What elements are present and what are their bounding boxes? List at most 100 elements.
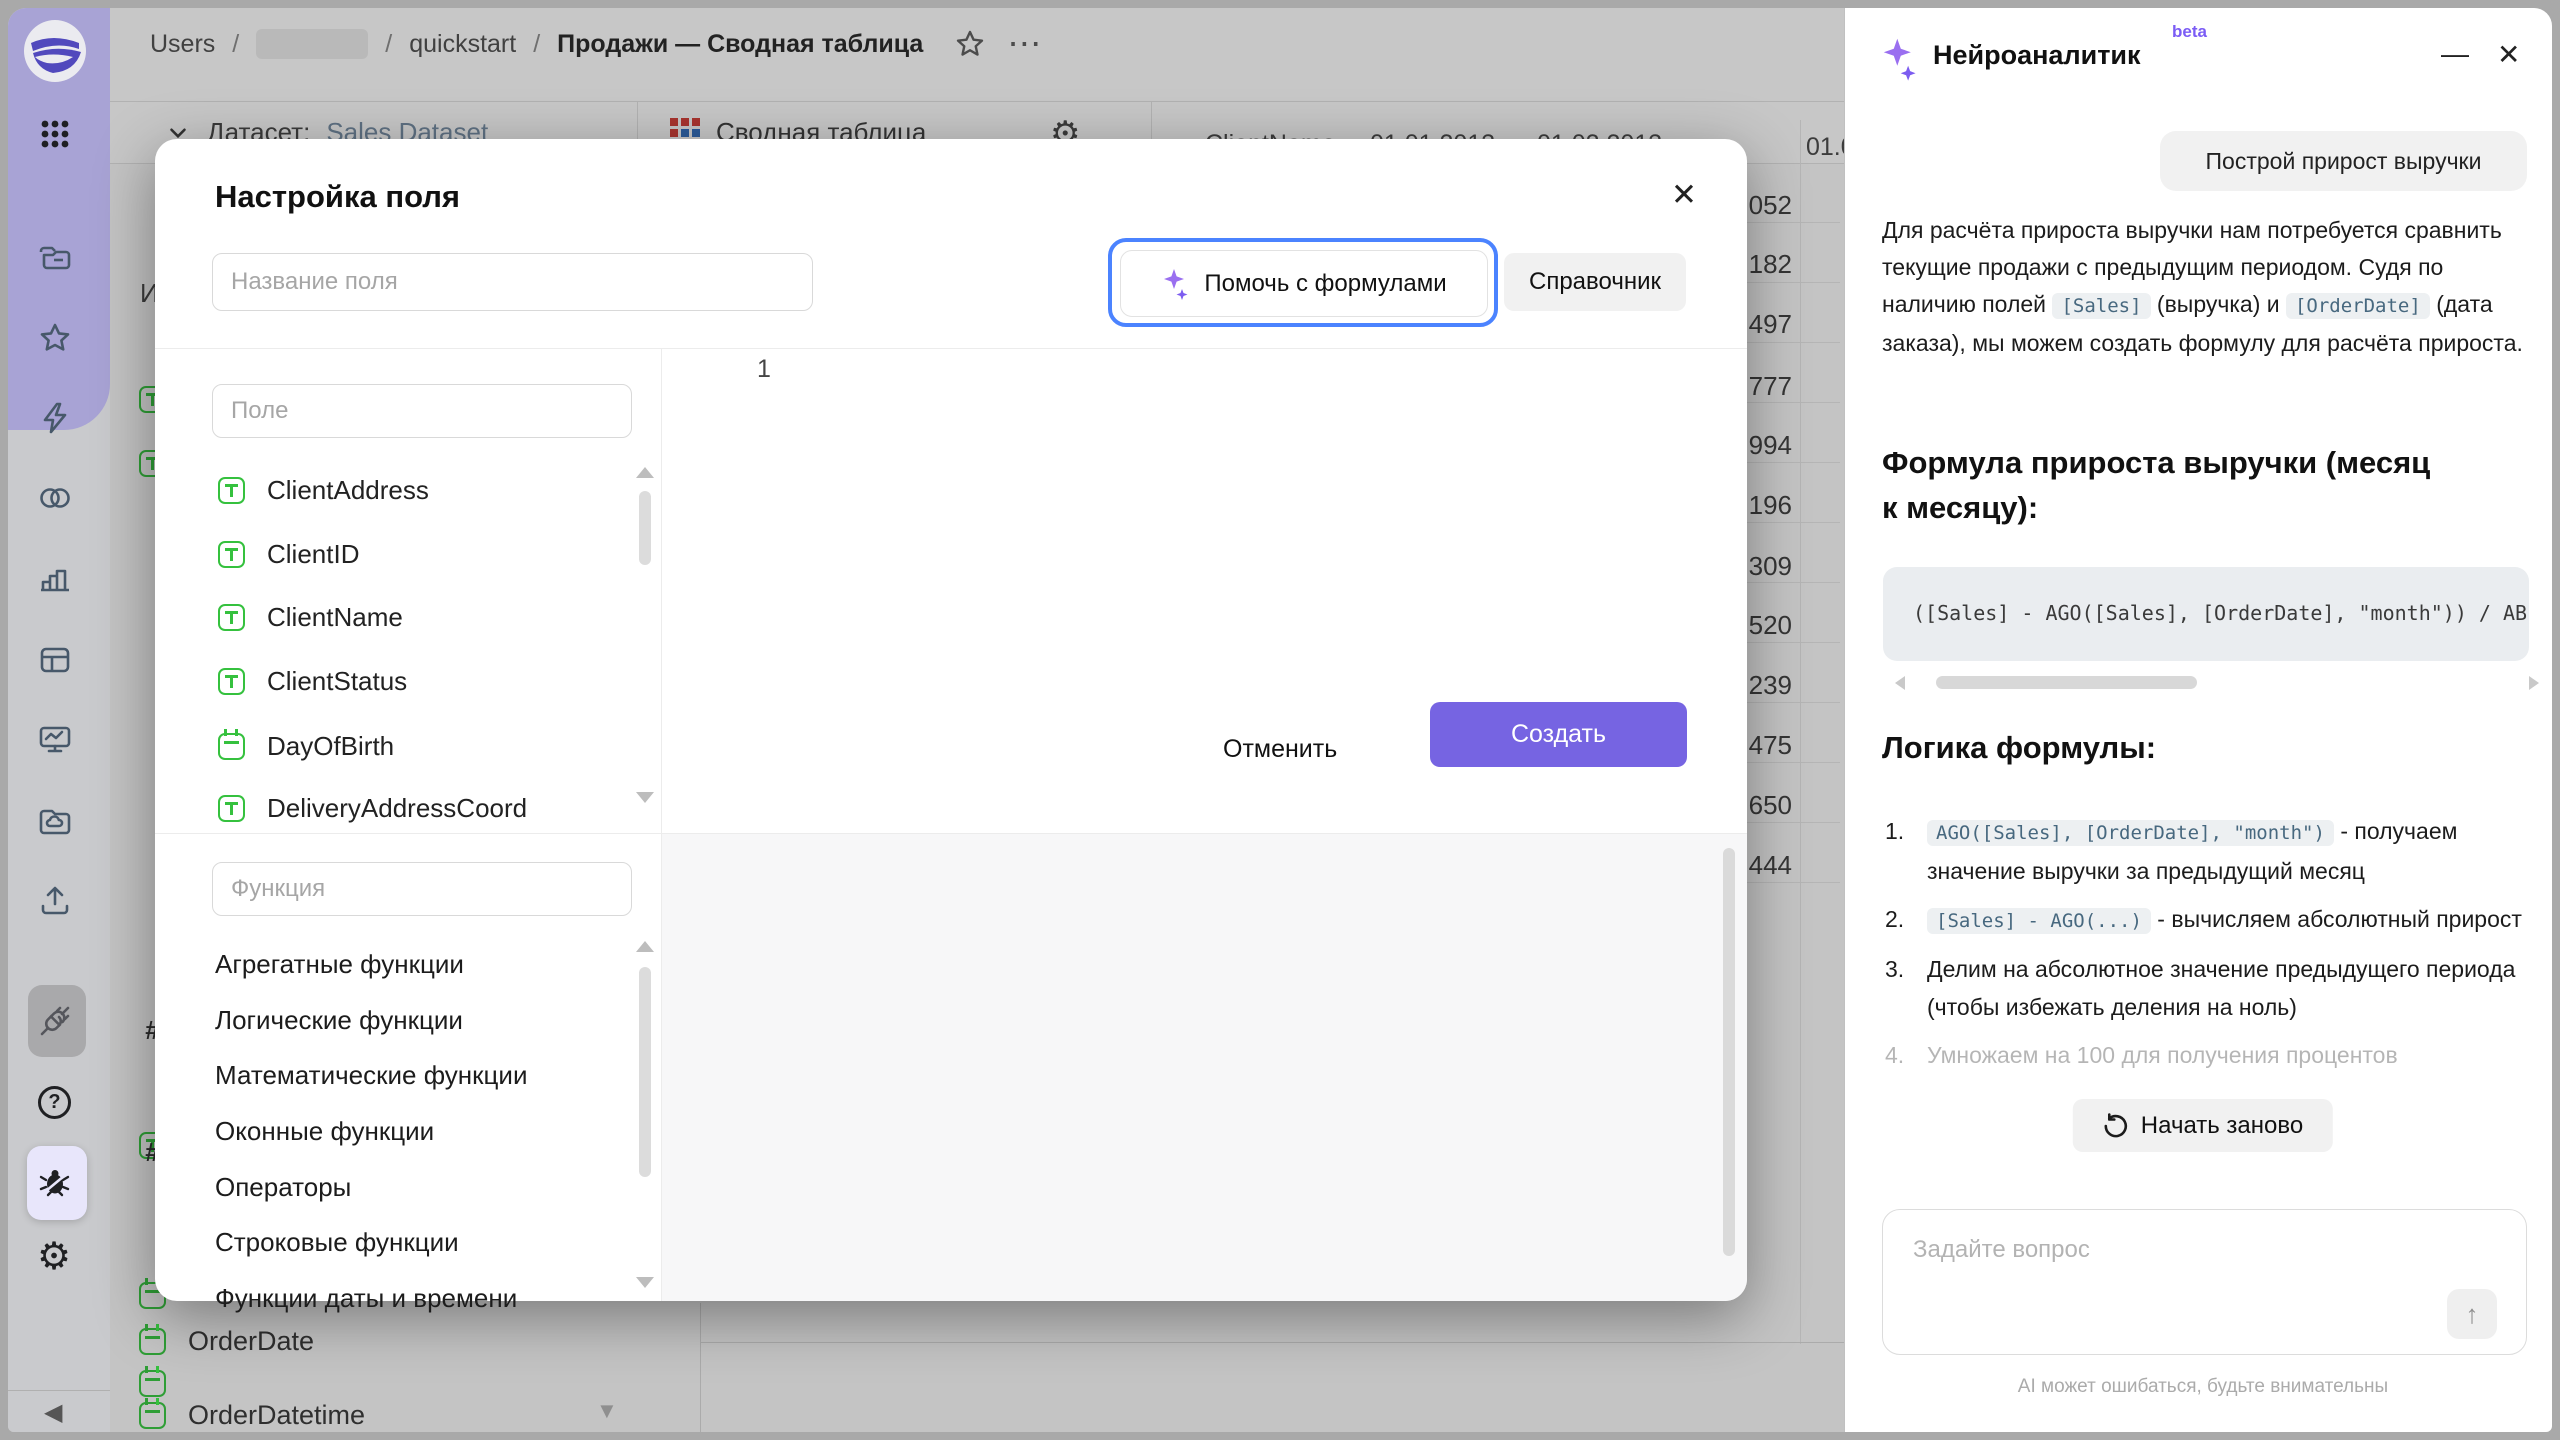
bg-field-row[interactable]: OrderDate bbox=[139, 1326, 314, 1357]
docs-scrollbar[interactable] bbox=[1723, 848, 1735, 1256]
inline-code-chip: AGO([Sales], [OrderDate], "month") bbox=[1927, 820, 2334, 846]
function-category[interactable]: Оконные функции bbox=[215, 1116, 434, 1147]
function-category[interactable]: Математические функции bbox=[215, 1060, 527, 1091]
field-name-input[interactable] bbox=[212, 253, 813, 311]
formula-help-button[interactable]: Помочь с формулами bbox=[1120, 250, 1488, 317]
field-list-scrollbar[interactable] bbox=[639, 491, 651, 565]
function-category[interactable]: Агрегатные функции bbox=[215, 949, 464, 980]
function-search-input[interactable] bbox=[212, 862, 632, 916]
collections-icon[interactable] bbox=[37, 242, 73, 278]
breadcrumb-bar: Users / / quickstart / Продажи — Сводная… bbox=[110, 8, 1844, 102]
question-placeholder: Задайте вопрос bbox=[1913, 1236, 2090, 1264]
ai-disclaimer: AI может ошибаться, будьте внимательны bbox=[1845, 1376, 2552, 1398]
restart-button[interactable]: Начать заново bbox=[2073, 1099, 2333, 1152]
field-list-item[interactable]: DayOfBirth bbox=[218, 731, 394, 762]
scroll-down-icon[interactable] bbox=[636, 792, 654, 803]
settings-gear-icon[interactable]: ⚙ bbox=[37, 1234, 71, 1279]
sidebar-footer-divider bbox=[8, 1390, 110, 1391]
scroll-right-icon[interactable] bbox=[2529, 676, 2539, 690]
dropdown-arrow-icon[interactable]: ▼ bbox=[596, 1398, 618, 1424]
collapse-sidebar-icon[interactable]: ◀ bbox=[44, 1398, 62, 1427]
connections-lightning-icon[interactable] bbox=[37, 400, 73, 436]
modal-close-icon[interactable]: ✕ bbox=[1671, 177, 1697, 213]
minimize-icon[interactable]: — bbox=[2441, 38, 2469, 70]
date-field-icon bbox=[139, 1328, 166, 1355]
logic-item: 4. Умножаем на 100 для получения процент… bbox=[1885, 1036, 2539, 1074]
service-plug-icon[interactable] bbox=[37, 1003, 73, 1039]
scroll-down-icon[interactable] bbox=[636, 1277, 654, 1288]
beta-badge: beta bbox=[2172, 22, 2207, 42]
reference-label: Справочник bbox=[1529, 268, 1661, 296]
field-label: ClientName bbox=[267, 602, 403, 633]
field-list-item[interactable]: ClientID bbox=[218, 539, 359, 570]
question-input[interactable]: Задайте вопрос ↑ bbox=[1882, 1209, 2527, 1355]
field-list-item[interactable]: ClientName bbox=[218, 602, 403, 633]
send-button[interactable]: ↑ bbox=[2447, 1289, 2497, 1339]
storage-folder-icon[interactable] bbox=[37, 804, 73, 840]
cancel-button[interactable]: Отменить bbox=[1223, 717, 1337, 781]
function-category[interactable]: Функции даты и времени bbox=[215, 1283, 517, 1314]
debug-bug-icon[interactable] bbox=[37, 1165, 73, 1201]
string-field-icon bbox=[218, 541, 245, 568]
screenshot-stage: Users / / quickstart / Продажи — Сводная… bbox=[0, 0, 2560, 1440]
favorites-star-icon[interactable] bbox=[37, 320, 73, 356]
bg-field-label: OrderDatetime bbox=[188, 1400, 365, 1431]
string-field-icon bbox=[218, 604, 245, 631]
date-field-icon bbox=[139, 1402, 166, 1429]
field-list-item[interactable]: DeliveryAddressCoord bbox=[218, 793, 527, 824]
field-label: DeliveryAddressCoord bbox=[267, 793, 527, 824]
function-list-scrollbar[interactable] bbox=[639, 967, 651, 1177]
logic-heading: Логика формулы: bbox=[1882, 730, 2156, 766]
formula-code-block: ([Sales] - AGO([Sales], [OrderDate], "mo… bbox=[1883, 567, 2529, 661]
field-label: ClientStatus bbox=[267, 666, 407, 697]
datasets-venn-icon[interactable] bbox=[37, 480, 73, 516]
breadcrumb: Users / / quickstart / Продажи — Сводная… bbox=[150, 24, 1041, 64]
user-message-text: Построй прирост выручки bbox=[2206, 148, 2482, 175]
logic-item: 2. [Sales] - AGO(...) - вычисляем абсолю… bbox=[1885, 900, 2539, 940]
formula-heading: Формула прироста выручки (месяц к месяцу… bbox=[1882, 440, 2442, 530]
code-horizontal-scrollbar[interactable] bbox=[1936, 676, 2197, 689]
assistant-response-text: Для расчёта прироста выручки нам потребу… bbox=[1882, 212, 2542, 362]
field-list-item[interactable]: ClientStatus bbox=[218, 666, 407, 697]
tables-grid-icon[interactable] bbox=[37, 642, 73, 678]
breadcrumb-redacted-item[interactable] bbox=[256, 29, 368, 59]
function-category[interactable]: Логические функции bbox=[215, 1005, 463, 1036]
bg-field-row[interactable]: OrderDatetime bbox=[139, 1400, 365, 1431]
field-list-item[interactable]: ClientAddress bbox=[218, 475, 429, 506]
scroll-left-icon[interactable] bbox=[1895, 676, 1905, 690]
send-arrow-icon: ↑ bbox=[2466, 1299, 2479, 1330]
breadcrumb-users[interactable]: Users bbox=[150, 30, 215, 59]
field-search-input[interactable] bbox=[212, 384, 632, 438]
help-icon[interactable]: ? bbox=[38, 1086, 71, 1119]
scroll-up-icon[interactable] bbox=[636, 467, 654, 478]
inline-code-chip: [Sales] - AGO(...) bbox=[1927, 908, 2151, 934]
datalens-logo[interactable] bbox=[23, 19, 87, 83]
app-window: Users / / quickstart / Продажи — Сводная… bbox=[8, 8, 2552, 1432]
favorite-star-icon[interactable] bbox=[954, 28, 986, 60]
create-button[interactable]: Создать bbox=[1430, 702, 1687, 767]
inline-code-chip: [OrderDate] bbox=[2286, 293, 2430, 319]
create-label: Создать bbox=[1511, 720, 1606, 749]
bg-field-label: OrderDate bbox=[188, 1326, 314, 1357]
more-actions-icon[interactable]: ⋯ bbox=[1007, 24, 1041, 64]
bg-panel-divider bbox=[700, 1342, 1844, 1343]
apps-grid-icon[interactable] bbox=[37, 116, 73, 152]
breadcrumb-quickstart[interactable]: quickstart bbox=[409, 30, 516, 59]
charts-bar-icon[interactable] bbox=[37, 562, 73, 598]
scroll-up-icon[interactable] bbox=[636, 941, 654, 952]
dashboards-monitor-icon[interactable] bbox=[37, 722, 73, 758]
logic-item-text: Делим на абсолютное значение предыдущего… bbox=[1927, 956, 2515, 1020]
editor-line-number: 1 bbox=[757, 355, 771, 384]
function-category[interactable]: Строковые функции bbox=[215, 1227, 459, 1258]
modal-header-divider bbox=[155, 348, 1747, 349]
formula-code-text: ([Sales] - AGO([Sales], [OrderDate], "mo… bbox=[1913, 601, 2527, 625]
upload-icon[interactable] bbox=[37, 882, 73, 918]
reference-button[interactable]: Справочник bbox=[1504, 253, 1686, 311]
field-label: ClientAddress bbox=[267, 475, 429, 506]
function-category[interactable]: Операторы bbox=[215, 1172, 351, 1203]
breadcrumb-separator: / bbox=[385, 30, 392, 59]
panel-close-icon[interactable]: ✕ bbox=[2497, 38, 2520, 71]
formula-help-label: Помочь с формулами bbox=[1204, 270, 1446, 298]
string-field-icon bbox=[218, 795, 245, 822]
neuro-analyst-panel: Нейроаналитик beta — ✕ Построй прирост в… bbox=[1844, 8, 2552, 1432]
